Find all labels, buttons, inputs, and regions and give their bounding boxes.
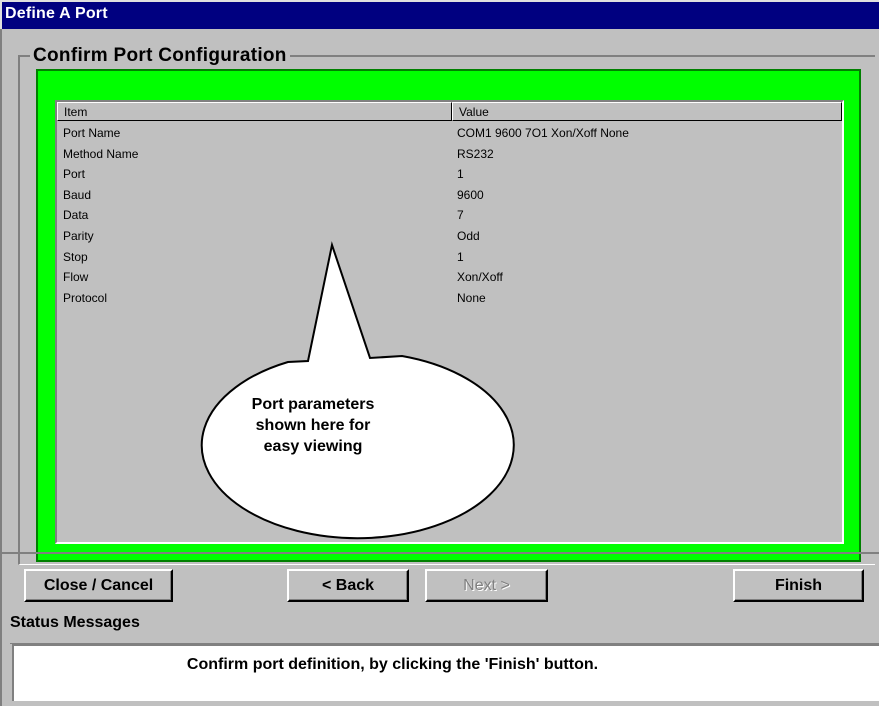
window-title: Define A Port — [5, 5, 108, 22]
row-item: Port Name — [63, 126, 121, 140]
status-message: Confirm port definition, by clicking the… — [186, 656, 599, 673]
list-header: Item Value — [57, 102, 842, 121]
port-config-list[interactable]: Item Value Port Name COM1 9600 7O1 Xon/Xo… — [55, 100, 844, 544]
finish-button[interactable]: Finish — [733, 569, 864, 602]
row-item: Port — [63, 167, 86, 182]
row-item: Data — [63, 208, 89, 223]
next-button[interactable]: Next > — [425, 569, 548, 602]
list-row[interactable]: Port 1 — [57, 165, 842, 186]
list-row[interactable]: Parity Odd — [57, 227, 842, 248]
row-value: RS232 — [457, 146, 494, 161]
list-row[interactable]: Protocol None — [57, 289, 842, 310]
row-item: Baud — [63, 187, 92, 202]
list-row[interactable]: Method Name RS232 — [57, 145, 842, 166]
group-title: Confirm Port Configuration — [30, 45, 290, 67]
list-rows: Port Name COM1 9600 7O1 Xon/Xoff None Met… — [57, 124, 842, 309]
highlight-frame: Item Value Port Name COM1 9600 7O1 Xon/Xo… — [36, 69, 861, 562]
row-item: Parity — [63, 228, 94, 243]
list-row[interactable]: Data 7 — [57, 206, 842, 227]
callout-line: shown here for — [255, 417, 371, 434]
row-value: None — [457, 290, 486, 305]
list-row[interactable]: Flow Xon/Xoff — [57, 268, 842, 289]
title-bar: Define A Port — [0, 0, 879, 29]
row-item: Protocol — [63, 290, 108, 305]
row-value: 1 — [457, 249, 464, 264]
list-row[interactable]: Port Name COM1 9600 7O1 Xon/Xoff None — [57, 124, 842, 145]
row-item: Stop — [63, 249, 88, 264]
callout-line: Port parameters — [251, 396, 375, 413]
row-value: Odd — [457, 228, 480, 243]
back-button[interactable]: < Back — [287, 569, 409, 602]
row-item: Flow — [63, 270, 89, 285]
status-message-box: Confirm port definition, by clicking the… — [12, 644, 879, 701]
row-value: Xon/Xoff — [457, 270, 503, 285]
row-value: 9600 — [457, 187, 484, 202]
column-header-value[interactable]: Value — [452, 102, 842, 121]
list-row[interactable]: Stop 1 — [57, 248, 842, 269]
callout-line: easy viewing — [263, 438, 363, 455]
column-header-item[interactable]: Item — [57, 102, 452, 121]
row-value: 1 — [457, 167, 464, 182]
callout-text: Port parameters shown here for easy view… — [238, 394, 388, 457]
row-value: 7 — [457, 208, 464, 223]
status-messages-label: Status Messages — [10, 614, 140, 631]
list-row[interactable]: Baud 9600 — [57, 186, 842, 207]
close-cancel-button[interactable]: Close / Cancel — [24, 569, 173, 602]
row-item: Method Name — [63, 146, 139, 161]
client-area: Confirm Port Configuration Item Value Po… — [0, 29, 879, 706]
row-value: COM1 9600 7O1 Xon/Xoff None — [457, 126, 629, 140]
